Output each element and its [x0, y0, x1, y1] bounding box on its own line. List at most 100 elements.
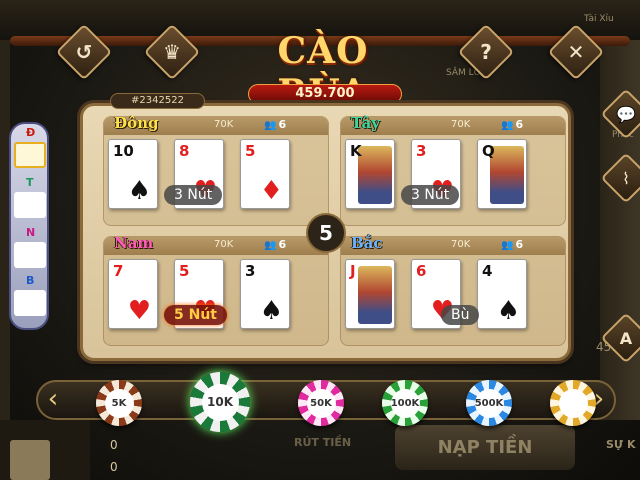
back-arrow-icon: ↺ — [75, 40, 93, 64]
history-cards-1 — [14, 142, 46, 168]
deposit-button-bg[interactable]: NẠP TIỀN — [395, 425, 575, 470]
panel-name-bac: Bắc — [351, 234, 383, 252]
chip-100k[interactable]: 100K — [382, 380, 428, 426]
chip-next[interactable] — [550, 380, 596, 426]
chat-icon: 💬 — [616, 104, 636, 124]
panel-player-count: 👥 6 — [501, 118, 523, 131]
help-button[interactable]: ? — [457, 23, 515, 81]
panel-header: Bắc 70K 👥 6 — [341, 234, 565, 255]
history-cards-2 — [14, 192, 46, 218]
chip-50k[interactable]: 50K — [298, 380, 344, 426]
close-icon: ✕ — [567, 40, 585, 64]
players-icon: 👥 — [501, 240, 514, 251]
chip-label: 10K — [201, 383, 239, 421]
chip-label: 100K — [390, 388, 420, 418]
question-icon: ? — [480, 40, 492, 64]
history-cards-3 — [14, 242, 46, 268]
panel-nam[interactable]: Nam 70K 👥6 7♥ 5 ♥ 3♠ 5 Nút — [103, 234, 329, 346]
face-card-figure — [358, 266, 392, 324]
playing-card: 4 ♠ — [477, 259, 527, 329]
pot-amount: 459.700 — [248, 84, 402, 104]
background-count-1: 0 — [110, 438, 118, 452]
panel-player-count: 👥 6 — [264, 238, 286, 251]
panel-player-count: 👥 6 — [264, 118, 286, 131]
panel-result: 3 Nút — [164, 185, 223, 205]
history-label-tay: T — [26, 176, 34, 189]
panel-result: 5 Nút — [164, 305, 227, 325]
panel-dong[interactable]: Đông70K👥610♠8♥5♦3 Nút — [103, 114, 329, 226]
panel-bet: 70K — [451, 239, 471, 250]
card-suit-icon: ♠ — [496, 296, 520, 326]
chip-500k[interactable]: 500K — [466, 380, 512, 426]
chip-10k[interactable]: 10K — [190, 372, 250, 432]
card-rank: 8 — [179, 142, 190, 160]
avatar[interactable] — [10, 440, 50, 480]
game-title: CÀO RÙA — [277, 30, 369, 114]
players-icon: 👥 — [264, 120, 277, 131]
card-suit-icon: ♥ — [127, 296, 151, 326]
auto-button[interactable]: A — [600, 312, 640, 364]
card-rank: 6 — [416, 262, 427, 280]
card-rank: 5 — [179, 262, 190, 280]
playing-card: 7 ♥ — [108, 259, 158, 329]
card-suit-icon: ♦ — [259, 176, 283, 206]
playing-card: 5 ♦ — [240, 139, 290, 209]
panel-header: Tây 70K 👥 6 — [341, 114, 565, 135]
chip-label: 500K — [474, 388, 504, 418]
history-label-dong: Đ — [26, 126, 36, 139]
playing-card: 3 ♠ — [240, 259, 290, 329]
background-event-label[interactable]: SỰ K — [606, 438, 635, 451]
panel-bet: 70K — [214, 119, 234, 130]
panel-name-tay: Tây — [351, 114, 380, 132]
round-id: #2342522 — [110, 93, 205, 109]
history-strip[interactable]: Đ T N B — [9, 122, 49, 330]
players-icon: 👥 — [264, 240, 277, 251]
face-card-figure — [358, 146, 392, 204]
background-taixiu-label: Tài Xỉu — [584, 14, 614, 24]
panel-bet: 70K — [214, 239, 234, 250]
face-card-figure — [490, 146, 524, 204]
trophy-icon: ♛ — [163, 40, 181, 64]
card-suit-icon: ♠ — [127, 176, 151, 206]
background-count-2: 0 — [110, 460, 118, 474]
back-button[interactable]: ↺ — [55, 23, 113, 81]
panel-header: Đông 70K 👥 6 — [104, 114, 328, 135]
chip-5k[interactable]: 5K — [96, 380, 142, 426]
trend-button[interactable]: ⌇ — [600, 152, 640, 204]
panel-result: Bù — [441, 305, 480, 325]
card-rank: Q — [482, 142, 495, 160]
card-suit-icon: ♠ — [259, 296, 283, 326]
playing-card: 10 ♠ — [108, 139, 158, 209]
card-rank: 7 — [113, 262, 124, 280]
panel-bac[interactable]: Bắc70K👥6J6♥4♠Bù — [340, 234, 566, 346]
panel-tay[interactable]: Tây70K👥6K3♥Q3 Nút — [340, 114, 566, 226]
chat-button[interactable]: 💬 — [600, 88, 640, 140]
card-rank: 10 — [113, 142, 134, 160]
player-count-value: 6 — [515, 238, 524, 251]
chip-prev-arrow[interactable]: ‹ — [42, 385, 64, 415]
player-count-value: 6 — [278, 238, 287, 251]
chip-label: 50K — [306, 388, 336, 418]
close-button[interactable]: ✕ — [547, 23, 605, 81]
history-label-bac: B — [26, 274, 35, 287]
card-rank: 5 — [245, 142, 256, 160]
card-rank: K — [350, 142, 362, 160]
history-cards-4 — [14, 290, 46, 316]
panel-name-nam: Nam — [114, 234, 154, 252]
withdraw-button-bg[interactable]: RÚT TIỀN — [280, 430, 400, 456]
players-icon: 👥 — [501, 120, 514, 131]
card-rank: 3 — [245, 262, 256, 280]
chip-label — [558, 388, 588, 418]
countdown-number: 5 — [306, 213, 346, 253]
playing-card: K — [345, 139, 395, 209]
panel-bet: 70K — [451, 119, 471, 130]
panel-player-count: 👥 6 — [501, 238, 523, 251]
leaderboard-button[interactable]: ♛ — [143, 23, 201, 81]
player-count-value: 6 — [278, 118, 287, 131]
panel-result: 3 Nút — [401, 185, 460, 205]
panel-header: Nam 70K 👥 6 — [104, 234, 328, 255]
playing-card: Q — [477, 139, 527, 209]
player-count-value: 6 — [515, 118, 524, 131]
card-rank: J — [350, 262, 356, 280]
playing-card: J — [345, 259, 395, 329]
